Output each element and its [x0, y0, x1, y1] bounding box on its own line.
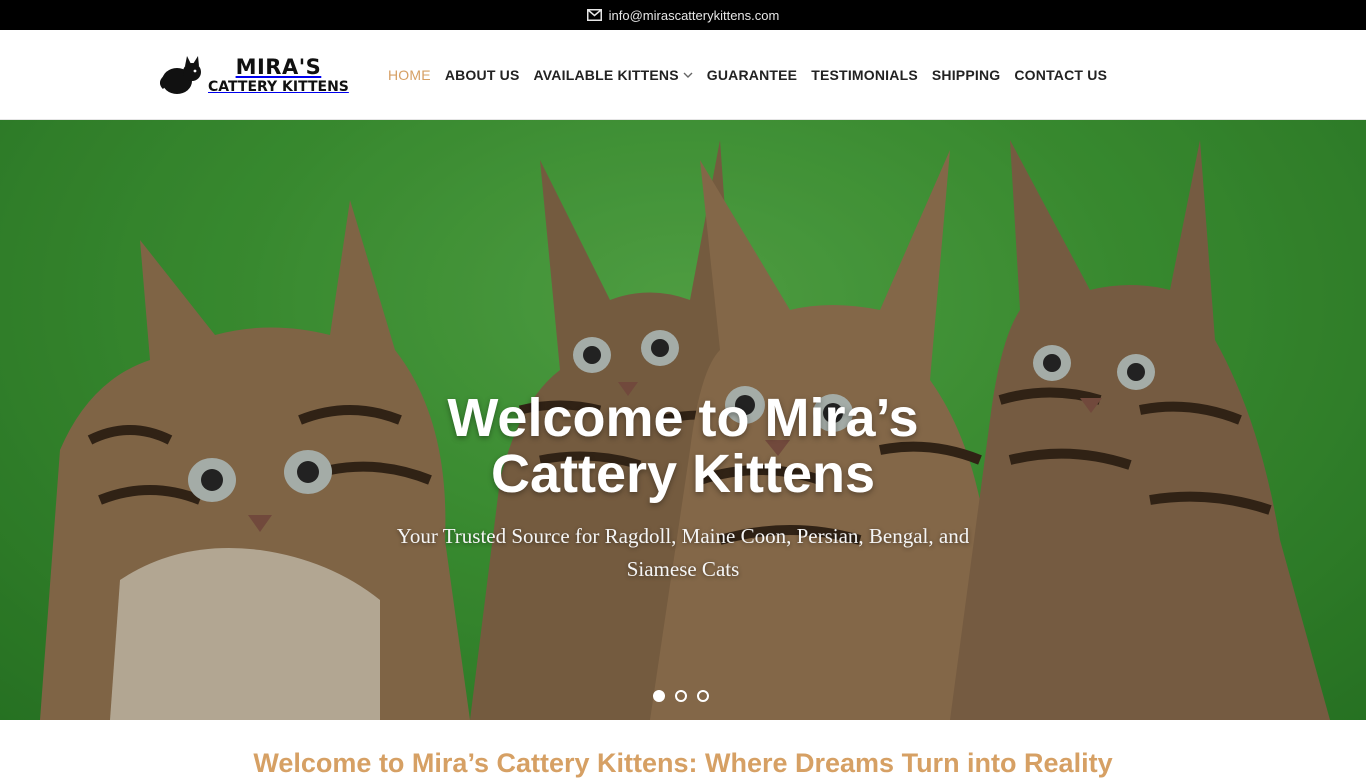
hero-title: Welcome to Mira’s Cattery Kittens: [447, 388, 919, 504]
slider-dot-1[interactable]: [653, 690, 665, 702]
slider-dot-2[interactable]: [675, 690, 687, 702]
email-text: info@mirascatterykittens.com: [608, 7, 780, 23]
slider-dot-3[interactable]: [697, 690, 709, 702]
cat-silhouette-icon: [160, 56, 201, 94]
nav-testimonials[interactable]: TESTIMONIALS: [811, 67, 918, 83]
nav-available-kittens-label: AVAILABLE KITTENS: [533, 67, 679, 83]
logo-line-2: CATTERY KITTENS: [208, 78, 349, 95]
top-bar: info@mirascatterykittens.com: [0, 0, 1366, 30]
nav-guarantee[interactable]: GUARANTEE: [707, 67, 797, 83]
nav-home[interactable]: HOME: [388, 67, 431, 83]
section-heading: Welcome to Mira’s Cattery Kittens: Where…: [253, 748, 1113, 778]
main-navigation: HOME ABOUT US AVAILABLE KITTENS GUARANTE…: [388, 30, 1107, 120]
nav-shipping[interactable]: SHIPPING: [932, 67, 1001, 83]
chevron-down-icon: [683, 72, 693, 78]
logo-text: MIRA'S CATTERY KITTENS: [208, 54, 349, 95]
email-link[interactable]: info@mirascatterykittens.com: [586, 7, 780, 23]
site-logo[interactable]: MIRA'S CATTERY KITTENS: [160, 52, 349, 98]
site-header: MIRA'S CATTERY KITTENS HOME ABOUT US AVA…: [0, 30, 1366, 120]
nav-available-kittens[interactable]: AVAILABLE KITTENS: [534, 67, 693, 83]
hero-subtitle: Your Trusted Source for Ragdoll, Maine C…: [396, 524, 970, 581]
nav-contact-us[interactable]: CONTACT US: [1014, 67, 1107, 83]
logo-line-1: MIRA'S: [235, 54, 322, 79]
envelope-icon: [586, 9, 602, 21]
hero-slider: Welcome to Mira’s Cattery Kittens Your T…: [0, 120, 1366, 720]
nav-about-us[interactable]: ABOUT US: [445, 67, 520, 83]
slider-dots: [653, 690, 709, 702]
